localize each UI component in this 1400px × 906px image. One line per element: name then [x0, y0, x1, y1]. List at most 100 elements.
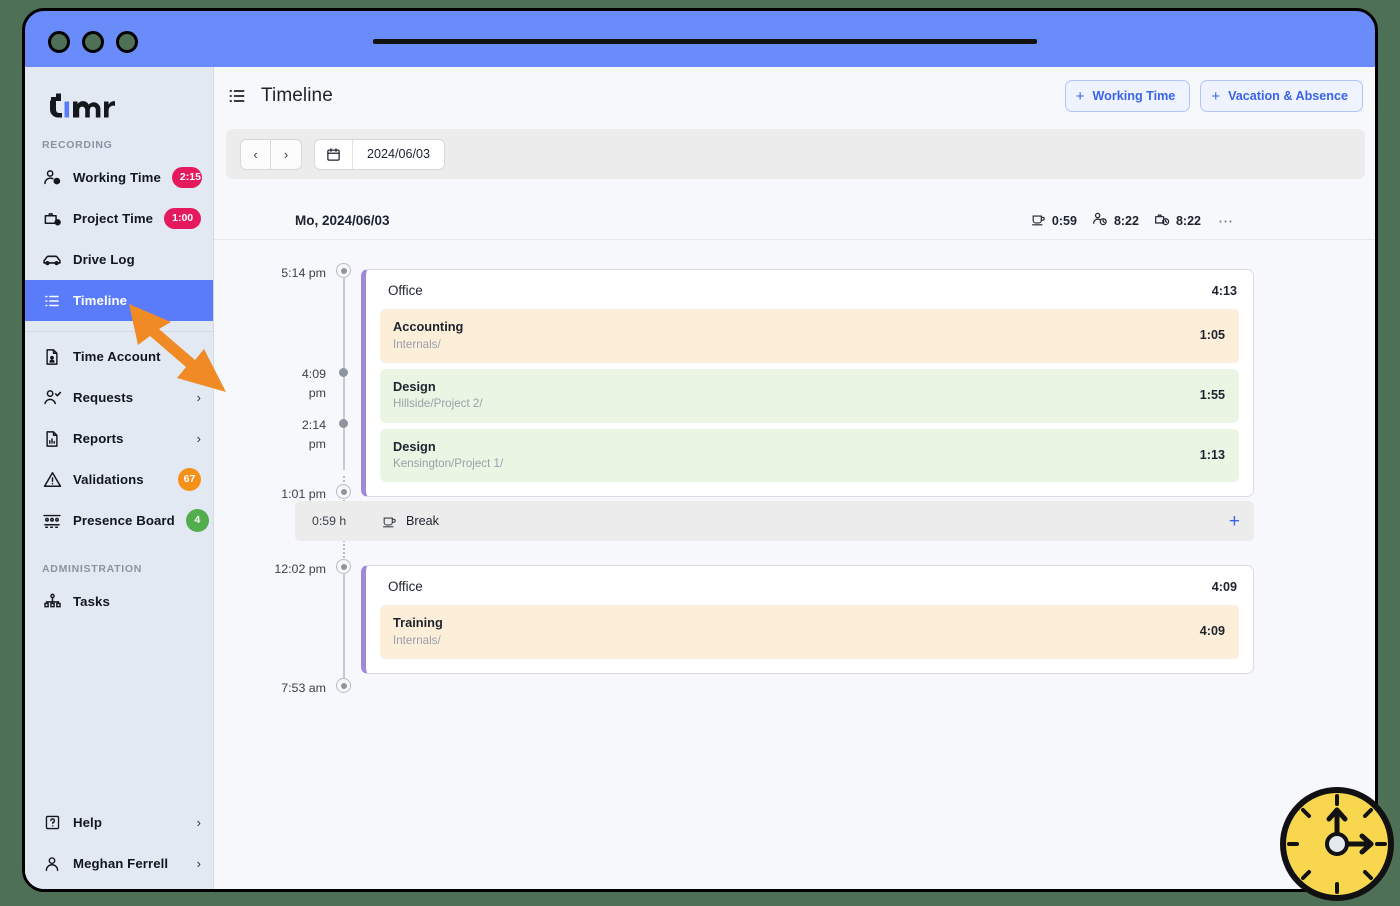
hierarchy-icon — [42, 592, 62, 612]
chevron-right-icon: › — [196, 856, 201, 871]
presence-board-icon — [42, 511, 62, 531]
card-title: Office — [388, 283, 423, 298]
sidebar-item-validations[interactable]: Validations 67 — [25, 459, 213, 500]
sidebar-item-project-time[interactable]: Project Time 1:00 — [25, 198, 213, 239]
entry-subtitle: Hillside/Project 2/ — [393, 397, 483, 411]
button-label: Working Time — [1092, 89, 1176, 103]
day-header: Mo, 2024/06/03 0:59 8:22 8:22 ⋯ — [214, 211, 1375, 240]
sidebar-item-time-account[interactable]: Time Account — [25, 336, 213, 377]
sidebar-item-timeline[interactable]: Timeline — [25, 280, 213, 321]
status-badge: 4 — [185, 509, 209, 532]
timeline-time-label: pm — [308, 437, 326, 451]
entry-duration: 1:05 — [1199, 328, 1225, 343]
maximize-button[interactable] — [116, 31, 138, 53]
sidebar-section-administration-label: ADMINISTRATION — [42, 563, 143, 575]
add-break-button[interactable]: + — [1229, 512, 1240, 531]
clock-badge — [1275, 786, 1400, 906]
chevron-right-icon: › — [196, 431, 201, 446]
button-label: Vacation & Absence — [1228, 89, 1348, 103]
sidebar: RECORDING Working Time 2:15 Project Time… — [25, 67, 214, 889]
person-check-icon — [42, 388, 62, 408]
date-value: 2024/06/03 — [367, 147, 431, 161]
sidebar-item-reports[interactable]: Reports › — [25, 418, 213, 459]
next-day-button[interactable]: › — [271, 138, 302, 170]
sidebar-section-recording-label: RECORDING — [42, 139, 113, 151]
project-time-entry[interactable]: Design Hillside/Project 2/ 1:55 — [380, 368, 1239, 423]
working-time-card[interactable]: Office 4:13 Accounting Internals/ 1:05 D… — [361, 269, 1254, 498]
minimize-button[interactable] — [82, 31, 104, 53]
timeline-time-label: 4:09 — [301, 367, 326, 381]
add-working-time-button[interactable]: + Working Time — [1064, 80, 1191, 112]
page-title: Timeline — [261, 85, 333, 106]
person-clock-icon — [42, 168, 62, 188]
day-stats: 0:59 8:22 8:22 ⋯ — [1031, 211, 1234, 230]
stat-break: 0:59 — [1031, 212, 1077, 230]
timeline-marker — [336, 678, 351, 693]
timeline-marker — [336, 559, 351, 574]
break-label: Break — [406, 514, 439, 528]
chevron-right-icon: › — [196, 390, 201, 405]
entry-text: Design Hillside/Project 2/ — [393, 378, 483, 413]
entry-title: Training — [393, 615, 443, 630]
project-time-entry[interactable]: Accounting Internals/ 1:05 — [380, 309, 1239, 363]
entry-text: Design Kensington/Project 1/ — [393, 438, 503, 473]
entry-title: Design — [393, 438, 436, 454]
entry-duration: 4:09 — [1199, 624, 1225, 639]
sidebar-item-help[interactable]: Help › — [25, 802, 213, 843]
app-logo[interactable] — [25, 67, 213, 129]
screenshot-root: RECORDING Working Time 2:15 Project Time… — [0, 0, 1400, 906]
sidebar-item-presence-board[interactable]: Presence Board 4 — [25, 500, 213, 541]
date-toolbar: ‹ › 2024/06/03 — [226, 129, 1365, 179]
list-icon — [42, 291, 62, 311]
day-more-button[interactable]: ⋯ — [1218, 212, 1234, 230]
timeline-time-label: pm — [308, 386, 326, 400]
sidebar-item-label: Reports — [73, 431, 124, 446]
stat-value: 0:59 — [1051, 213, 1077, 228]
document-person-icon — [42, 347, 62, 367]
app-viewport: RECORDING Working Time 2:15 Project Time… — [25, 67, 1375, 889]
sidebar-item-label: Working Time — [73, 170, 161, 185]
car-icon — [42, 250, 62, 270]
entry-subtitle: Kensington/Project 1/ — [393, 457, 504, 471]
sidebar-item-requests[interactable]: Requests › — [25, 377, 213, 418]
timeline-marker — [336, 263, 351, 278]
previous-day-button[interactable]: ‹ — [240, 138, 271, 170]
card-title: Office — [388, 579, 423, 594]
entry-title: Design — [393, 378, 436, 394]
briefcase-clock-icon — [42, 209, 62, 229]
main-content: Timeline + Working Time + Vacation & Abs… — [214, 67, 1375, 889]
entry-subtitle: Internals/ — [393, 337, 441, 351]
working-time-card[interactable]: Office 4:09 Training Internals/ 4:09 — [361, 565, 1254, 674]
add-vacation-absence-button[interactable]: + Vacation & Absence — [1200, 80, 1363, 112]
card-duration: 4:09 — [1211, 579, 1237, 594]
calendar-icon — [315, 139, 353, 169]
chevron-right-icon: › — [196, 815, 201, 830]
coffee-icon — [1031, 212, 1046, 230]
entry-duration: 1:55 — [1199, 388, 1225, 403]
card-duration: 4:13 — [1211, 283, 1237, 298]
page-header: Timeline + Working Time + Vacation & Abs… — [214, 67, 1375, 125]
sidebar-item-label: Timeline — [73, 293, 128, 308]
project-time-entry[interactable]: Training Internals/ 4:09 — [380, 605, 1239, 659]
break-row[interactable]: 0:59 h Break + — [295, 501, 1254, 541]
status-badge: 1:00 — [164, 208, 201, 229]
sidebar-item-label: Drive Log — [73, 252, 135, 267]
sidebar-item-tasks[interactable]: Tasks — [25, 581, 213, 622]
address-bar[interactable] — [373, 39, 1037, 44]
break-duration: 0:59 h — [312, 514, 347, 528]
person-clock-icon — [1092, 211, 1108, 230]
sidebar-item-user[interactable]: Meghan Ferrell › — [25, 843, 213, 884]
plus-icon: + — [1211, 87, 1221, 105]
timeline-marker — [339, 419, 348, 428]
project-time-entry[interactable]: Design Kensington/Project 1/ 1:13 — [380, 428, 1239, 483]
sidebar-item-drive-log[interactable]: Drive Log — [25, 239, 213, 280]
page-actions: + Working Time + Vacation & Absence — [1064, 80, 1363, 112]
stat-value: 8:22 — [1175, 213, 1201, 228]
sidebar-item-working-time[interactable]: Working Time 2:15 — [25, 157, 213, 198]
sidebar-item-label: Project Time — [73, 211, 154, 226]
sidebar-divider — [25, 331, 213, 332]
timeline-time-label: 7:53 am — [281, 681, 326, 695]
date-picker[interactable]: 2024/06/03 — [314, 138, 446, 170]
close-button[interactable] — [48, 31, 70, 53]
card-header: Office 4:09 — [366, 566, 1253, 605]
